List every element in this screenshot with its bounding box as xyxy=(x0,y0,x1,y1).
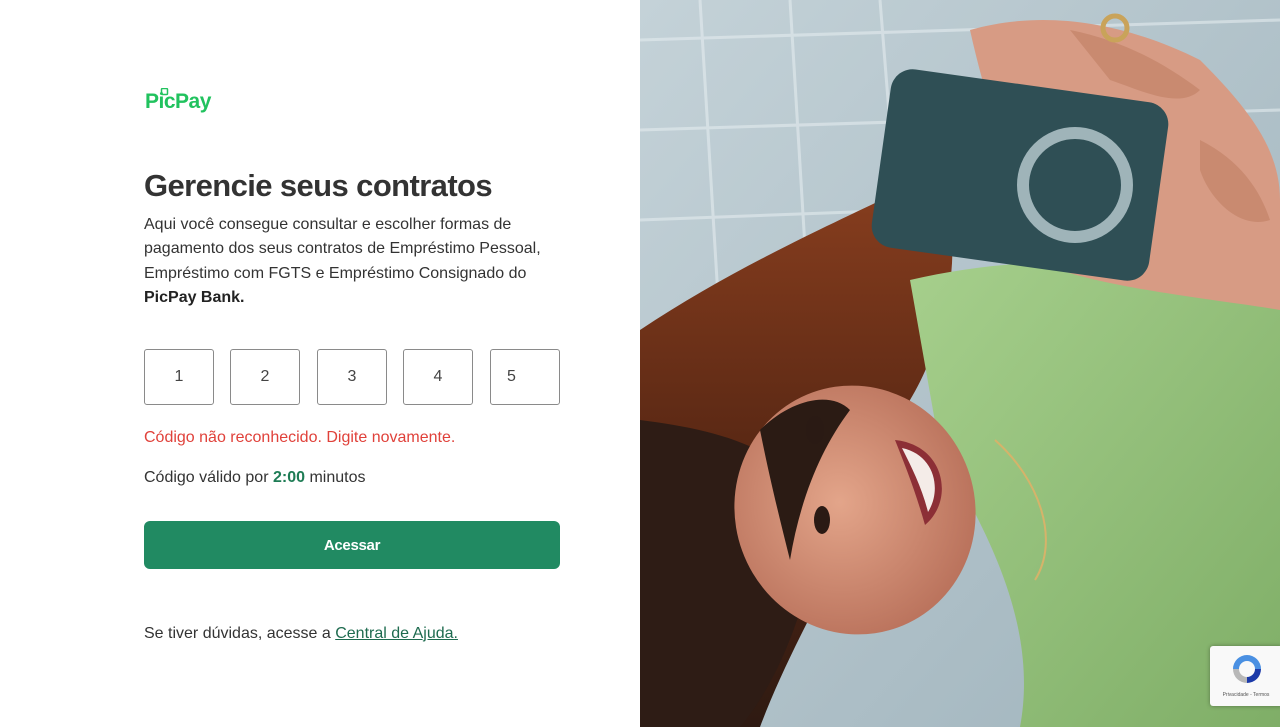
help-prefix: Se tiver dúvidas, acesse a xyxy=(144,625,331,642)
description-bold: PicPay Bank. xyxy=(144,288,245,306)
code-timer: Código válido por 2:00 minutos xyxy=(144,469,366,487)
hero-photo xyxy=(640,0,1280,727)
code-digit-5[interactable]: 5 xyxy=(490,349,560,405)
code-digit-1[interactable]: 1 xyxy=(144,349,214,405)
description-text: Aqui você consegue consultar e escolher … xyxy=(144,216,541,282)
help-center-link[interactable]: Central de Ajuda. xyxy=(335,625,458,642)
code-digit-3[interactable]: 3 xyxy=(317,349,387,405)
recaptcha-icon xyxy=(1233,655,1261,683)
timer-value: 2:00 xyxy=(272,469,306,486)
page-title: Gerencie seus contratos xyxy=(144,168,493,203)
timer-suffix: minutos xyxy=(309,469,366,486)
submit-button[interactable]: Acessar xyxy=(144,521,560,569)
code-digit-2[interactable]: 2 xyxy=(230,349,300,405)
error-message: Código não reconhecido. Digite novamente… xyxy=(144,429,456,446)
picpay-logo-icon: PicPay xyxy=(145,88,212,113)
login-panel: PicPay Gerencie seus contratos Aqui você… xyxy=(0,0,640,727)
recaptcha-links[interactable]: Privacidade - Termos xyxy=(1216,692,1276,698)
code-digit-4[interactable]: 4 xyxy=(403,349,473,405)
timer-prefix: Código válido por xyxy=(144,469,269,486)
svg-text:PicPay: PicPay xyxy=(145,90,212,113)
picpay-logo: PicPay xyxy=(145,88,223,114)
code-input-group: 1 2 3 4 5 xyxy=(144,349,560,405)
page-description: Aqui você consegue consultar e escolher … xyxy=(144,213,554,310)
help-text: Se tiver dúvidas, acesse a Central de Aj… xyxy=(144,625,458,643)
recaptcha-badge[interactable]: Privacidade - Termos xyxy=(1210,646,1280,706)
woman-with-phone-photo-icon xyxy=(640,0,1280,727)
